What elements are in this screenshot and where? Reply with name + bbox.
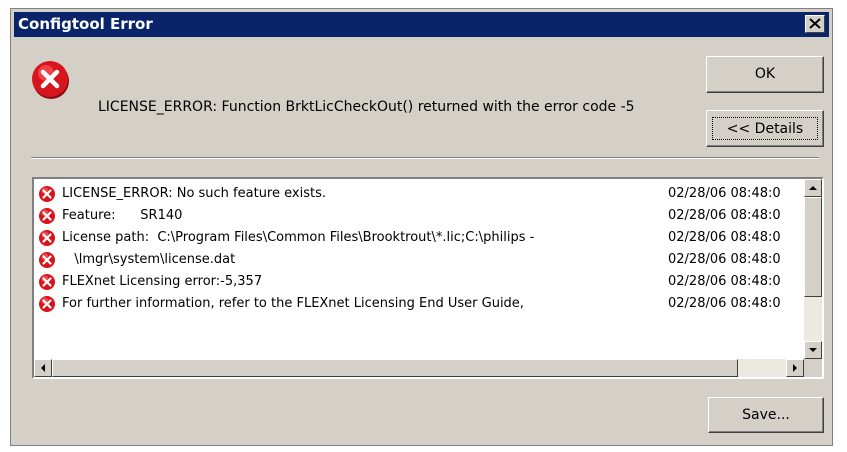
error-icon xyxy=(38,207,56,229)
log-message: Feature: SR140 xyxy=(62,208,183,223)
error-icon xyxy=(32,61,69,99)
log-row[interactable]: FLEXnet Licensing error:-5,357 02/28/06 0… xyxy=(38,271,804,293)
error-message: LICENSE_ERROR: Function BrktLicCheckOut(… xyxy=(98,99,635,115)
log-timestamp: 02/28/06 08:48:0 xyxy=(668,296,781,311)
window-title: Configtool Error xyxy=(18,15,153,33)
log-message: LICENSE_ERROR: No such feature exists. xyxy=(62,186,326,201)
arrow-right-icon xyxy=(793,364,797,372)
log-timestamp: 02/28/06 08:48:0 xyxy=(668,208,781,223)
details-button[interactable]: << Details xyxy=(706,110,824,147)
save-button[interactable]: Save... xyxy=(708,397,824,433)
log-message: \lmgr\system\license.dat xyxy=(62,252,236,267)
log-timestamp: 02/28/06 08:48:0 xyxy=(668,230,781,245)
arrow-left-icon xyxy=(41,364,45,372)
horizontal-scrollbar[interactable] xyxy=(34,359,804,377)
error-icon xyxy=(38,185,56,207)
close-icon xyxy=(809,18,821,29)
log-list[interactable]: LICENSE_ERROR: No such feature exists. 02… xyxy=(32,177,824,379)
log-timestamp: 02/28/06 08:48:0 xyxy=(668,274,781,289)
scroll-left-button[interactable] xyxy=(34,359,52,377)
log-timestamp: 02/28/06 08:48:0 xyxy=(668,252,781,267)
ok-button[interactable]: OK xyxy=(706,56,824,93)
horizontal-scroll-thumb[interactable] xyxy=(52,359,738,377)
vertical-scroll-thumb[interactable] xyxy=(804,197,822,297)
scrollbar-corner xyxy=(804,359,822,377)
scroll-up-button[interactable] xyxy=(804,179,822,197)
arrow-down-icon xyxy=(809,348,817,352)
arrow-up-icon xyxy=(809,186,817,190)
save-button-label: Save... xyxy=(742,407,790,423)
error-icon xyxy=(38,251,56,273)
error-icon xyxy=(38,273,56,295)
log-message: FLEXnet Licensing error:-5,357 xyxy=(62,274,263,289)
error-icon xyxy=(38,295,56,317)
log-row[interactable]: For further information, refer to the FL… xyxy=(38,293,804,315)
log-timestamp: 02/28/06 08:48:0 xyxy=(668,186,781,201)
log-row[interactable]: \lmgr\system\license.dat 02/28/06 08:48:0 xyxy=(38,249,804,271)
vertical-scrollbar[interactable] xyxy=(804,179,822,359)
log-list-content: LICENSE_ERROR: No such feature exists. 02… xyxy=(34,179,804,359)
log-message: For further information, refer to the FL… xyxy=(62,296,524,311)
details-button-label: << Details xyxy=(712,117,818,140)
log-row[interactable]: LICENSE_ERROR: No such feature exists. 02… xyxy=(38,183,804,205)
scroll-down-button[interactable] xyxy=(804,341,822,359)
title-bar[interactable]: Configtool Error xyxy=(14,12,829,37)
log-row[interactable]: License path: C:\Program Files\Common Fi… xyxy=(38,227,804,249)
log-row[interactable]: Feature: SR140 02/28/06 08:48:0 xyxy=(38,205,804,227)
error-icon xyxy=(38,229,56,251)
log-message: License path: C:\Program Files\Common Fi… xyxy=(62,230,535,245)
error-dialog: Configtool Error LICENSE_ERROR: Function… xyxy=(10,8,833,446)
separator xyxy=(31,157,819,159)
scroll-right-button[interactable] xyxy=(786,359,804,377)
close-button[interactable] xyxy=(805,15,825,33)
